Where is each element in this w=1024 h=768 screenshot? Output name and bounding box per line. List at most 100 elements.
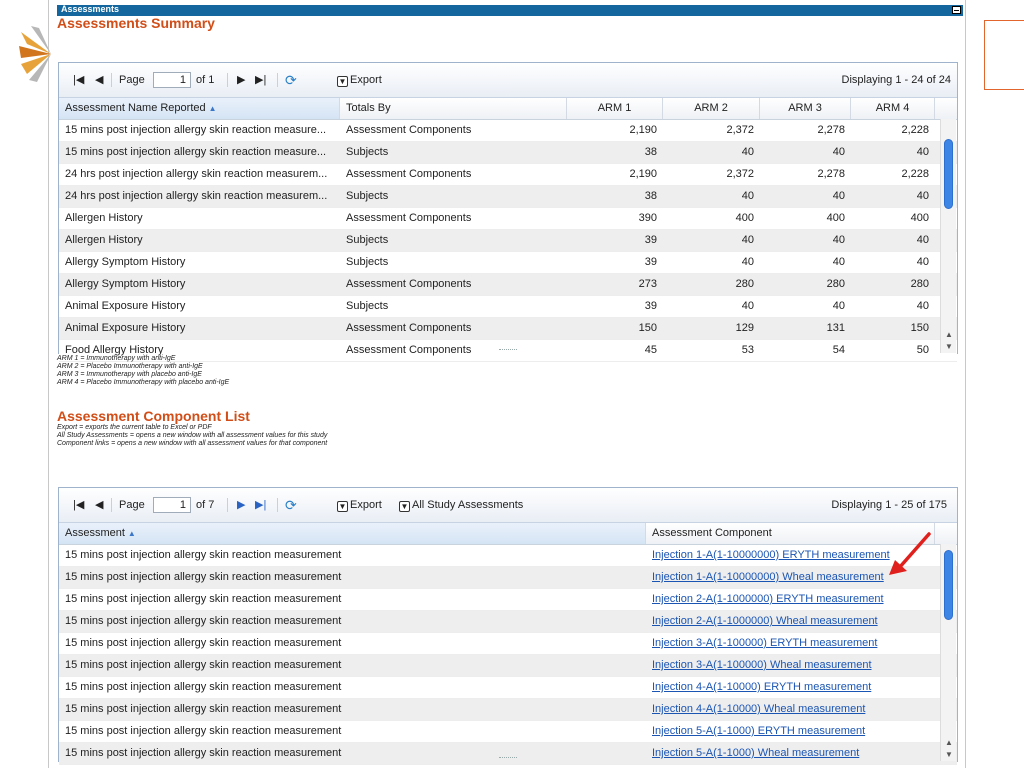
cell-arm1: 39 [644,300,657,312]
cell-assessment: 15 mins post injection allergy skin reac… [65,637,342,649]
cell-arm4: 400 [910,212,929,224]
cell-arm3: 400 [826,212,845,224]
page-label: Page [119,74,145,86]
table-row[interactable]: 15 mins post injection allergy skin reac… [59,699,957,721]
components-scrollbar[interactable]: ▲ ▼ [940,544,956,761]
cell-totals-by: Assessment Components [346,124,472,136]
component-link[interactable]: Injection 4-A(1-10000) Wheal measurement [646,699,935,720]
panel-title: Assessments [61,4,120,14]
last-page-icon[interactable]: ▶| [255,63,266,97]
last-page-icon[interactable]: ▶| [255,488,266,522]
prev-page-icon[interactable]: ◀ [95,488,103,522]
component-link[interactable]: Injection 3-A(1-100000) Wheal measuremen… [646,655,935,676]
table-row[interactable]: Allergy Symptom History Assessment Compon… [59,274,957,296]
first-page-icon[interactable]: |◀ [73,488,84,522]
arm-note: ARM 4 = Placebo Immunotherapy with place… [57,379,230,386]
cell-arm4: 2,228 [901,168,929,180]
table-row[interactable]: 15 mins post injection allergy skin reac… [59,567,957,589]
sort-asc-icon: ▲ [127,529,136,538]
cell-assessment-name: 15 mins post injection allergy skin reac… [65,146,327,158]
page-number-input[interactable]: 1 [153,497,191,513]
col-totals-by[interactable]: Totals By [340,98,567,119]
scroll-down-icon[interactable]: ▼ [944,750,954,759]
red-arrow-icon [889,532,931,575]
refresh-icon[interactable]: ⟳ [285,488,297,522]
table-row[interactable]: Allergen History Assessment Components 390… [59,208,957,230]
first-page-icon[interactable]: |◀ [73,63,84,97]
cell-totals-by: Assessment Components [346,278,472,290]
page-number-input[interactable]: 1 [153,72,191,88]
cell-arm2: 40 [741,234,754,246]
component-link[interactable]: Injection 5-A(1-1000) ERYTH measurement [646,721,935,742]
cell-assessment-name: Allergen History [65,212,143,224]
page-label: Page [119,499,145,511]
prev-page-icon[interactable]: ◀ [95,63,103,97]
component-link[interactable]: Injection 5-A(1-1000) Wheal measurement [646,743,935,764]
component-link[interactable]: Injection 3-A(1-100000) ERYTH measuremen… [646,633,935,654]
col-arm2[interactable]: ARM 2 [663,98,760,119]
next-page-icon[interactable]: ▶ [237,488,245,522]
summary-body: 15 mins post injection allergy skin reac… [59,120,957,362]
table-row[interactable]: 15 mins post injection allergy skin reac… [59,611,957,633]
table-row[interactable]: 15 mins post injection allergy skin reac… [59,545,957,567]
export-icon: ▼ [399,501,410,512]
collapse-icon[interactable] [952,6,961,14]
resize-grip[interactable] [499,757,517,761]
table-row[interactable]: 15 mins post injection allergy skin reac… [59,721,957,743]
components-body: 15 mins post injection allergy skin reac… [59,545,957,765]
next-page-icon[interactable]: ▶ [237,63,245,97]
export-button[interactable]: ▼ Export [337,488,382,522]
col-assessment[interactable]: Assessment ▲ [59,523,646,544]
cell-arm3: 40 [832,234,845,246]
table-row[interactable]: Allergen History Subjects 39 40 40 40 [59,230,957,252]
cell-arm1: 2,190 [629,168,657,180]
resize-grip[interactable] [499,349,517,353]
summary-toolbar: |◀ ◀ Page 1 of 1 ▶ ▶| ⟳ ▼ Export Displayi… [59,63,957,98]
col-arm1[interactable]: ARM 1 [567,98,663,119]
all-study-label: All Study Assessments [412,499,524,511]
table-row[interactable]: 15 mins post injection allergy skin reac… [59,677,957,699]
cell-arm4: 50 [916,344,929,356]
table-row[interactable]: 15 mins post injection allergy skin reac… [59,142,957,164]
table-row[interactable]: 15 mins post injection allergy skin reac… [59,743,957,765]
all-study-assessments-button[interactable]: ▼ All Study Assessments [399,488,523,522]
summary-scrollbar[interactable]: ▲ ▼ [940,119,956,353]
component-link[interactable]: Injection 2-A(1-1000000) ERYTH measureme… [646,589,935,610]
cell-arm1: 39 [644,256,657,268]
table-row[interactable]: Allergy Symptom History Subjects 39 40 40 40 [59,252,957,274]
scroll-up-icon[interactable]: ▲ [944,330,954,339]
table-row[interactable]: 24 hrs post injection allergy skin react… [59,164,957,186]
components-title: Assessment Component List [57,408,250,424]
cell-arm1: 150 [638,322,657,334]
table-row[interactable]: 15 mins post injection allergy skin reac… [59,120,957,142]
table-row[interactable]: 15 mins post injection allergy skin reac… [59,655,957,677]
table-row[interactable]: Animal Exposure History Subjects 39 40 40 40 [59,296,957,318]
scroll-down-icon[interactable]: ▼ [944,342,954,351]
cell-arm4: 40 [916,146,929,158]
col-arm3[interactable]: ARM 3 [760,98,851,119]
component-link[interactable]: Injection 4-A(1-10000) ERYTH measurement [646,677,935,698]
cell-arm3: 280 [826,278,845,290]
refresh-icon[interactable]: ⟳ [285,63,297,97]
components-note: Component links = opens a new window wit… [57,440,328,447]
cell-assessment: 15 mins post injection allergy skin reac… [65,747,342,759]
components-notes: Export = exports the current table to Ex… [57,424,327,448]
cell-arm2: 40 [741,146,754,158]
col-assessment-name[interactable]: Assessment Name Reported ▲ [59,98,340,119]
components-scroll-thumb[interactable] [944,550,953,620]
table-row[interactable]: 15 mins post injection allergy skin reac… [59,633,957,655]
export-button[interactable]: ▼ Export [337,63,382,97]
table-row[interactable]: 15 mins post injection allergy skin reac… [59,589,957,611]
cell-arm3: 40 [832,146,845,158]
col-arm4[interactable]: ARM 4 [851,98,935,119]
cell-arm1: 2,190 [629,124,657,136]
sort-asc-icon: ▲ [208,104,217,113]
cell-assessment: 15 mins post injection allergy skin reac… [65,549,342,561]
component-link[interactable]: Injection 2-A(1-1000000) Wheal measureme… [646,611,935,632]
page-count-label: of 1 [196,74,215,86]
table-row[interactable]: Animal Exposure History Assessment Compon… [59,318,957,340]
scroll-up-icon[interactable]: ▲ [944,738,954,747]
cell-arm3: 2,278 [817,168,845,180]
table-row[interactable]: 24 hrs post injection allergy skin react… [59,186,957,208]
summary-scroll-thumb[interactable] [944,139,953,209]
